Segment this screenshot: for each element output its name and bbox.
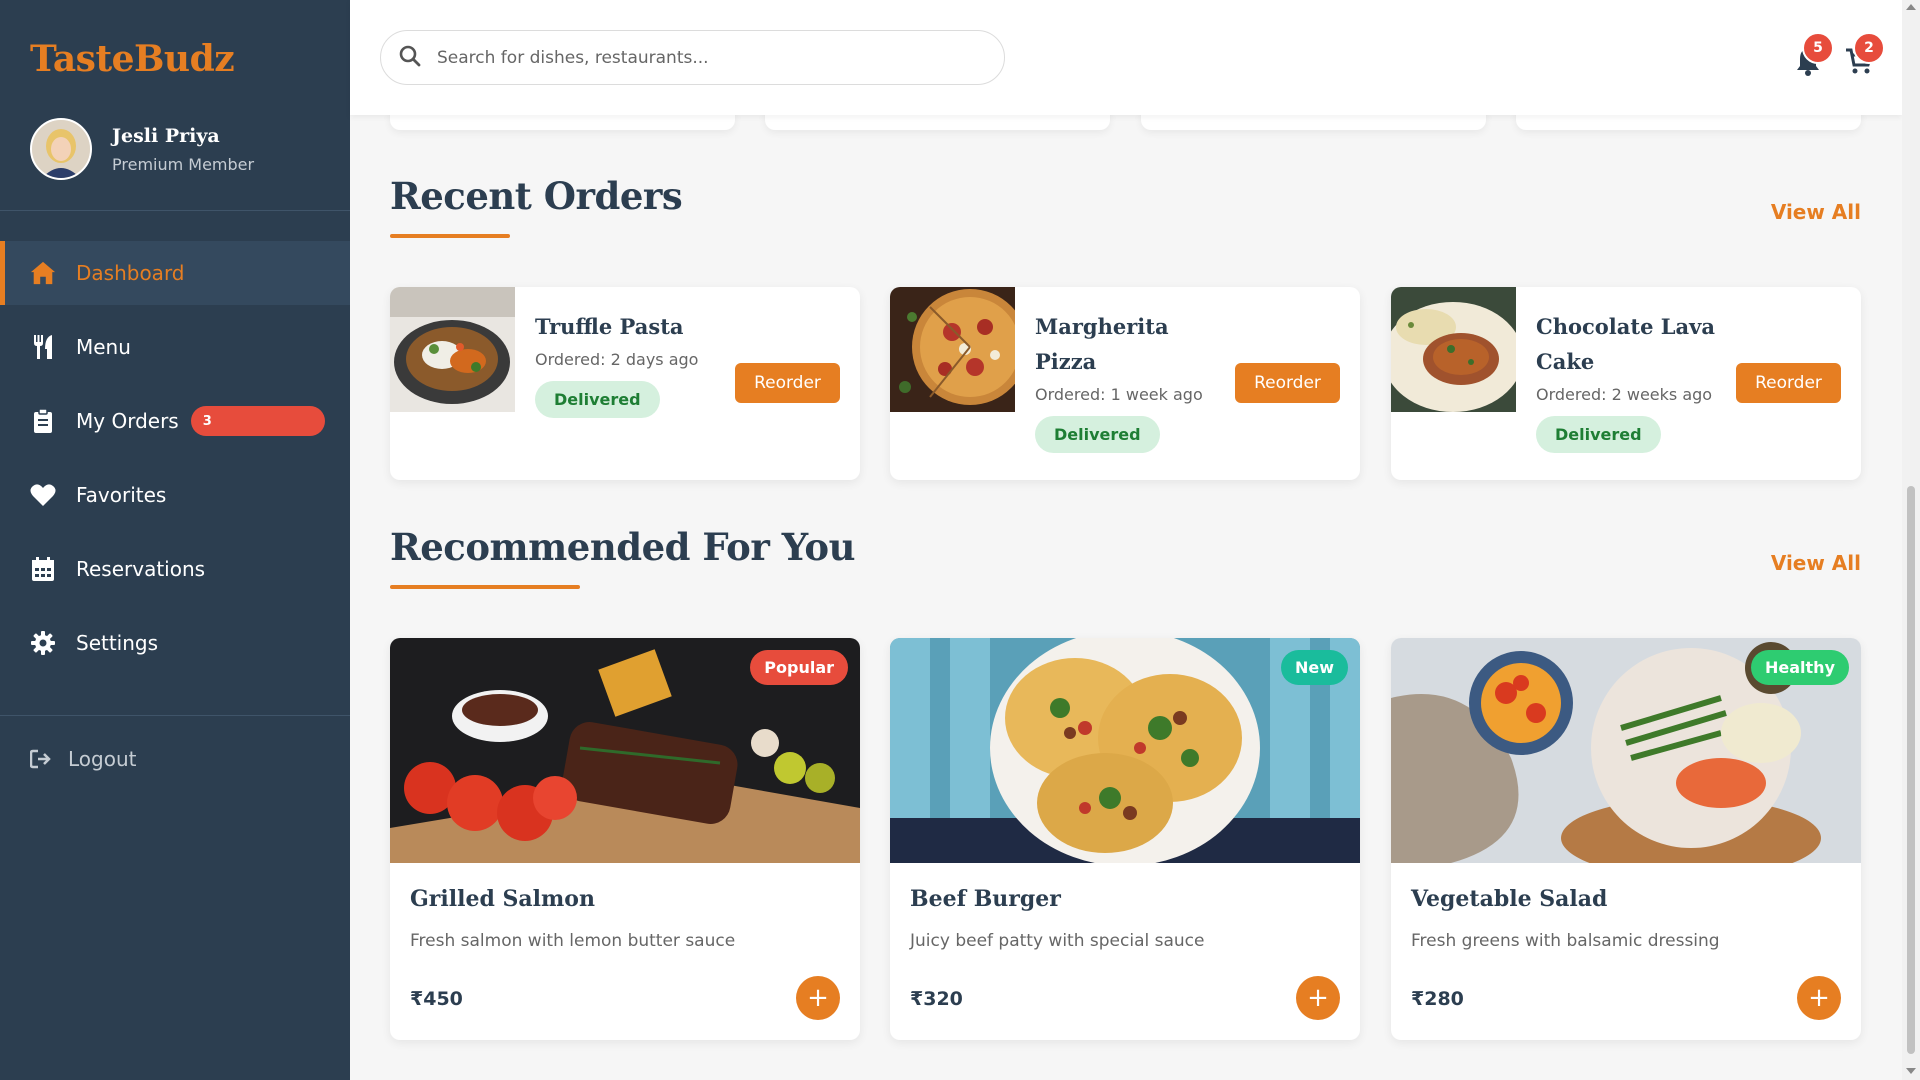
sidebar-nav: Dashboard Menu My Orders 3 Favorites Res… (0, 241, 350, 685)
search-input[interactable] (437, 47, 977, 68)
add-to-cart-button[interactable]: + (796, 976, 840, 1020)
scroll-down-arrow[interactable] (1906, 1068, 1916, 1074)
user-profile[interactable]: Jesli Priya Premium Member (30, 118, 254, 180)
scroll-up-arrow[interactable] (1906, 4, 1916, 10)
profile-role: Premium Member (112, 154, 255, 174)
margherita-pizza-image (890, 287, 1015, 412)
gear-icon (30, 630, 56, 656)
logout-icon (30, 746, 52, 772)
cart-badge: 2 (1853, 32, 1885, 64)
order-date: Ordered: 2 weeks ago (1536, 385, 1713, 404)
clipboard-icon (30, 408, 56, 434)
add-to-cart-button[interactable]: + (1296, 976, 1340, 1020)
food-price: ₹450 (410, 988, 463, 1010)
food-card[interactable]: Healthy Vegetable Salad Fresh greens wit… (1391, 638, 1861, 1040)
sidebar-item-label: My Orders (76, 409, 179, 433)
brand-logo[interactable]: TasteBudz (30, 38, 235, 80)
profile-name: Jesli Priya (112, 124, 220, 147)
recommended-view-all-link[interactable]: View All (1771, 551, 1861, 575)
sidebar: TasteBudz Jesli Priya Premium Member Das… (0, 0, 350, 1080)
logout-button[interactable]: Logout (30, 746, 136, 772)
notifications-button[interactable]: 5 (1790, 32, 1834, 76)
popular-tag: Popular (750, 650, 848, 685)
status-badge: Delivered (1035, 416, 1160, 453)
order-date: Ordered: 2 days ago (535, 350, 699, 369)
notifications-badge: 5 (1802, 32, 1834, 64)
order-card: Margherita Pizza Ordered: 1 week ago Del… (890, 287, 1360, 480)
order-card: Chocolate Lava Cake Ordered: 2 weeks ago… (1391, 287, 1861, 480)
order-name: Margherita Pizza (1035, 314, 1169, 374)
truffle-pasta-image (390, 287, 515, 412)
sidebar-item-label: Menu (76, 335, 131, 359)
food-price: ₹280 (1411, 988, 1464, 1010)
divider (0, 210, 350, 211)
scroll-thumb[interactable] (1907, 486, 1915, 1054)
order-card: Truffle Pasta Ordered: 2 days ago Delive… (390, 287, 860, 480)
food-price: ₹320 (910, 988, 963, 1010)
sidebar-item-menu[interactable]: Menu (0, 315, 350, 379)
title-underline (390, 234, 510, 238)
divider (0, 715, 350, 716)
home-icon (30, 260, 56, 286)
orders-count-badge: 3 (190, 406, 325, 436)
sidebar-item-label: Favorites (76, 483, 167, 507)
chocolate-lava-cake-image (1391, 287, 1516, 412)
sidebar-item-settings[interactable]: Settings (0, 611, 350, 675)
recent-orders-view-all-link[interactable]: View All (1771, 200, 1861, 224)
reorder-button[interactable]: Reorder (1235, 363, 1340, 403)
reorder-button[interactable]: Reorder (1736, 363, 1841, 403)
sidebar-item-reservations[interactable]: Reservations (0, 537, 350, 601)
calendar-icon (30, 556, 56, 582)
food-card[interactable]: Popular Grilled Salmon Fresh salmon with… (390, 638, 860, 1040)
avatar (30, 118, 92, 180)
sidebar-item-label: Reservations (76, 557, 206, 581)
food-description: Fresh salmon with lemon butter sauce (410, 931, 736, 951)
reorder-button[interactable]: Reorder (735, 363, 840, 403)
food-name: Vegetable Salad (1411, 886, 1608, 912)
status-badge: Delivered (535, 381, 660, 418)
title-underline (390, 585, 580, 589)
sidebar-item-my-orders[interactable]: My Orders 3 (0, 389, 350, 453)
search-icon (399, 45, 421, 71)
food-description: Juicy beef patty with special sauce (910, 931, 1205, 951)
logout-label: Logout (68, 747, 137, 771)
new-tag: New (1280, 650, 1348, 685)
food-description: Fresh greens with balsamic dressing (1411, 931, 1720, 951)
food-name: Grilled Salmon (410, 886, 595, 912)
cart-button[interactable]: 2 (1841, 32, 1885, 76)
order-date: Ordered: 1 week ago (1035, 385, 1203, 404)
order-name: Truffle Pasta (535, 314, 684, 339)
sidebar-item-label: Settings (76, 631, 159, 655)
top-header: 5 2 (350, 0, 1902, 115)
food-card[interactable]: New Beef Burger Juicy beef patty with sp… (890, 638, 1360, 1040)
add-to-cart-button[interactable]: + (1797, 976, 1841, 1020)
sidebar-item-dashboard[interactable]: Dashboard (0, 241, 350, 305)
order-name: Chocolate Lava Cake (1536, 314, 1715, 374)
recent-orders-title: Recent Orders (390, 174, 683, 218)
utensils-icon (30, 334, 56, 360)
healthy-tag: Healthy (1751, 650, 1849, 685)
scrollbar[interactable] (1902, 0, 1920, 1080)
heart-icon (30, 482, 56, 508)
sidebar-item-favorites[interactable]: Favorites (0, 463, 350, 527)
sidebar-item-label: Dashboard (76, 261, 185, 285)
food-name: Beef Burger (910, 886, 1061, 912)
recommended-title: Recommended For You (390, 525, 855, 569)
status-badge: Delivered (1536, 416, 1661, 453)
search-bar[interactable] (380, 30, 1005, 85)
